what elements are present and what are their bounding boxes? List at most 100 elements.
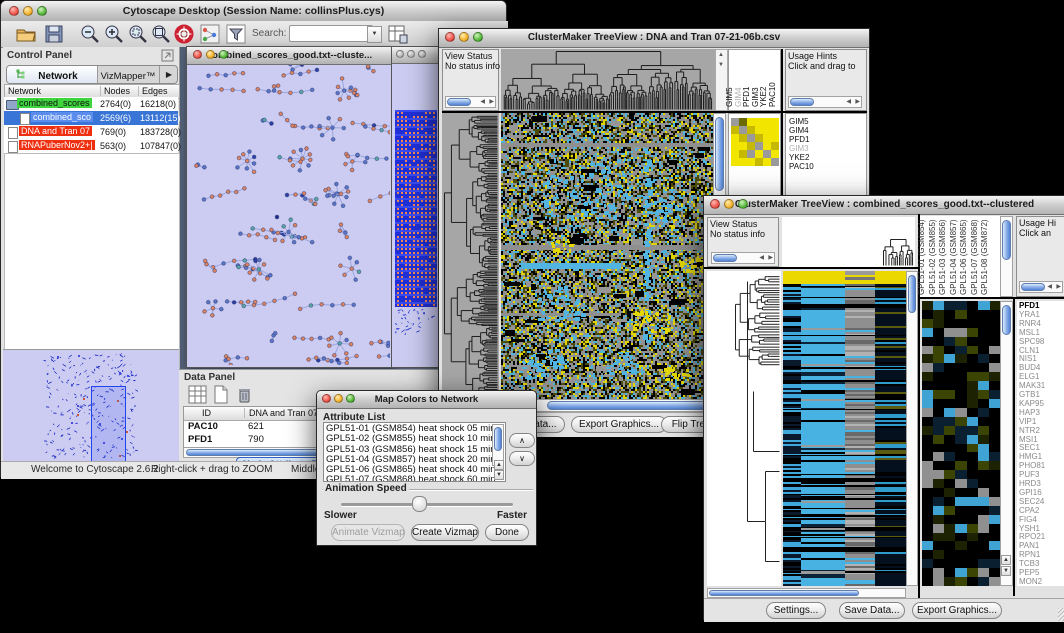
network-tree-row[interactable]: RNAPuberNov2+|563(0)107847(0) bbox=[4, 139, 178, 153]
column-label[interactable]: PAC10 bbox=[768, 82, 777, 107]
close-icon[interactable] bbox=[710, 199, 720, 209]
gene-label[interactable]: PUF3 bbox=[1019, 470, 1039, 479]
column-labels-vscrollbar[interactable] bbox=[1000, 216, 1013, 297]
network-tree-row[interactable]: combined_scores2764(0)16218(0) bbox=[4, 97, 178, 111]
column-label[interactable]: YKE2 bbox=[759, 87, 768, 107]
scroll-right-icon[interactable]: ▶ bbox=[855, 98, 860, 105]
new-attribute-icon[interactable] bbox=[211, 385, 230, 404]
scroll-thumb[interactable] bbox=[1021, 283, 1045, 291]
scroll-up-icon[interactable]: ▲ bbox=[1001, 555, 1011, 565]
network-tree-row[interactable]: DNA and Tran 07769(0)183728(0) bbox=[4, 125, 178, 139]
heatmap-vscrollbar[interactable] bbox=[906, 271, 918, 586]
gene-label[interactable]: SEC24 bbox=[1019, 497, 1044, 506]
zoom-vscrollbar[interactable]: ▲ ▼ bbox=[1000, 301, 1013, 586]
gene-label[interactable]: CLN1 bbox=[1019, 346, 1039, 355]
gene-label[interactable]: NTR2 bbox=[1019, 426, 1040, 435]
minimize-icon[interactable] bbox=[407, 50, 415, 58]
gene-label[interactable]: TCB3 bbox=[1019, 559, 1039, 568]
close-icon[interactable] bbox=[322, 394, 331, 403]
scroll-thumb[interactable] bbox=[1002, 220, 1011, 260]
scroll-left-icon[interactable]: ◀ bbox=[846, 98, 851, 105]
attribute-table-icon[interactable] bbox=[188, 385, 207, 404]
column-label[interactable]: GPL51-01 (GSM854) bbox=[917, 219, 926, 295]
search-combo-arrow-icon[interactable]: ▼ bbox=[367, 26, 382, 43]
col-header-network[interactable]: Network bbox=[8, 86, 41, 96]
scroll-left-icon[interactable]: ◀ bbox=[1047, 283, 1052, 290]
network-view-2-titlebar[interactable] bbox=[392, 47, 440, 64]
scroll-right-icon[interactable]: ▶ bbox=[768, 254, 773, 261]
usage-hints-hscrollbar[interactable]: ◀▶ bbox=[1019, 281, 1063, 293]
row-label[interactable]: YKE2 bbox=[789, 153, 809, 162]
move-down-button[interactable]: ∨ bbox=[509, 451, 535, 466]
row-label[interactable]: GIM3 bbox=[789, 144, 809, 153]
create-vizmap-button[interactable]: Create Vizmap bbox=[411, 524, 479, 541]
scroll-left-icon[interactable]: ◀ bbox=[759, 254, 764, 261]
attribute-browser-icon[interactable] bbox=[387, 23, 409, 45]
network-overview-panel[interactable] bbox=[3, 349, 179, 462]
scroll-right-icon[interactable]: ▶ bbox=[489, 98, 494, 105]
gene-label[interactable]: HMG1 bbox=[1019, 452, 1042, 461]
row-dendrogram[interactable] bbox=[707, 271, 781, 586]
speed-slider-thumb[interactable] bbox=[412, 496, 427, 512]
row-label[interactable]: PFD1 bbox=[789, 135, 809, 144]
network-grid-canvas[interactable] bbox=[395, 110, 437, 307]
open-folder-icon[interactable] bbox=[15, 23, 37, 45]
speed-slider-track[interactable] bbox=[341, 503, 513, 506]
column-label[interactable]: PFD1 bbox=[742, 87, 751, 107]
minimize-icon[interactable] bbox=[724, 199, 734, 209]
attribute-listbox[interactable]: GPL51-01 (GSM854) heat shock 05 minGPL51… bbox=[323, 422, 506, 482]
export-graphics-button[interactable]: Export Graphics... bbox=[571, 416, 667, 433]
zoom-window-icon[interactable] bbox=[219, 50, 228, 59]
col-header-edges[interactable]: Edges bbox=[138, 86, 168, 96]
attribute-list-item[interactable]: GPL51-07 (GSM868) heat shock 60 min bbox=[326, 475, 486, 482]
tab-vizmapper[interactable]: VizMapper™ bbox=[97, 66, 159, 83]
scroll-down-icon[interactable]: ▼ bbox=[718, 62, 724, 68]
gene-label[interactable]: KAP95 bbox=[1019, 399, 1044, 408]
scroll-thumb[interactable] bbox=[908, 275, 916, 313]
scroll-thumb[interactable] bbox=[790, 98, 814, 106]
network-canvas[interactable] bbox=[187, 65, 390, 365]
gene-label[interactable]: VIP1 bbox=[1019, 417, 1036, 426]
move-up-button[interactable]: ∧ bbox=[509, 433, 535, 448]
export-graphics-button[interactable]: Export Graphics... bbox=[912, 602, 1002, 619]
resize-grip[interactable] bbox=[1058, 608, 1064, 621]
tab-overflow-arrow[interactable]: ▶ bbox=[159, 66, 178, 83]
gene-label[interactable]: HAP3 bbox=[1019, 408, 1040, 417]
float-panel-icon[interactable] bbox=[161, 49, 174, 62]
zoom-out-icon[interactable] bbox=[79, 23, 101, 45]
save-icon[interactable] bbox=[43, 23, 65, 45]
gene-label[interactable]: FIG4 bbox=[1019, 515, 1037, 524]
gene-label[interactable]: NIS1 bbox=[1019, 354, 1037, 363]
gene-label[interactable]: SPC98 bbox=[1019, 337, 1044, 346]
scroll-up-icon[interactable]: ▲ bbox=[494, 460, 504, 470]
scroll-thumb[interactable] bbox=[709, 590, 859, 596]
close-icon[interactable] bbox=[396, 50, 404, 58]
gene-label[interactable]: YRA1 bbox=[1019, 310, 1040, 319]
column-dendrogram[interactable] bbox=[782, 217, 915, 267]
column-label[interactable]: GPL51-04 (GSM857) bbox=[949, 219, 958, 295]
close-icon[interactable] bbox=[445, 32, 455, 42]
gene-label[interactable]: RPN1 bbox=[1019, 550, 1040, 559]
search-input[interactable] bbox=[289, 25, 373, 42]
dialog-titlebar[interactable]: Map Colors to Network bbox=[317, 391, 536, 409]
done-button[interactable]: Done bbox=[485, 524, 529, 541]
network-view-titlebar[interactable]: combined_scores_good.txt--cluste... bbox=[187, 47, 392, 65]
save-data-button[interactable]: Save Data... bbox=[839, 602, 905, 619]
help-ring-icon[interactable] bbox=[173, 23, 195, 45]
minimize-icon[interactable] bbox=[206, 50, 215, 59]
gene-label[interactable]: RPO21 bbox=[1019, 532, 1045, 541]
view-status-hscrollbar[interactable]: ◀▶ bbox=[445, 96, 496, 108]
gene-label[interactable]: PHO81 bbox=[1019, 461, 1045, 470]
minimize-icon[interactable] bbox=[334, 394, 343, 403]
gene-label[interactable]: GPI16 bbox=[1019, 488, 1042, 497]
zoom-window-icon[interactable] bbox=[37, 6, 47, 16]
scroll-down-icon[interactable]: ▼ bbox=[1001, 566, 1011, 576]
treeview2-titlebar[interactable]: ClusterMaker TreeView : combined_scores_… bbox=[704, 196, 1064, 215]
tab-network[interactable]: Network bbox=[7, 66, 98, 83]
column-dendrogram[interactable] bbox=[501, 49, 715, 111]
row-label[interactable]: GIM5 bbox=[789, 117, 809, 126]
gene-label[interactable]: MSI1 bbox=[1019, 435, 1038, 444]
gene-labels-panel[interactable]: PFD1YRA1RNR4MSL1SPC98CLN1NIS1BUD4ELG1MAK… bbox=[1017, 301, 1064, 586]
overview-selection-rect[interactable] bbox=[91, 386, 126, 462]
scroll-down-icon[interactable]: ▼ bbox=[494, 470, 504, 480]
